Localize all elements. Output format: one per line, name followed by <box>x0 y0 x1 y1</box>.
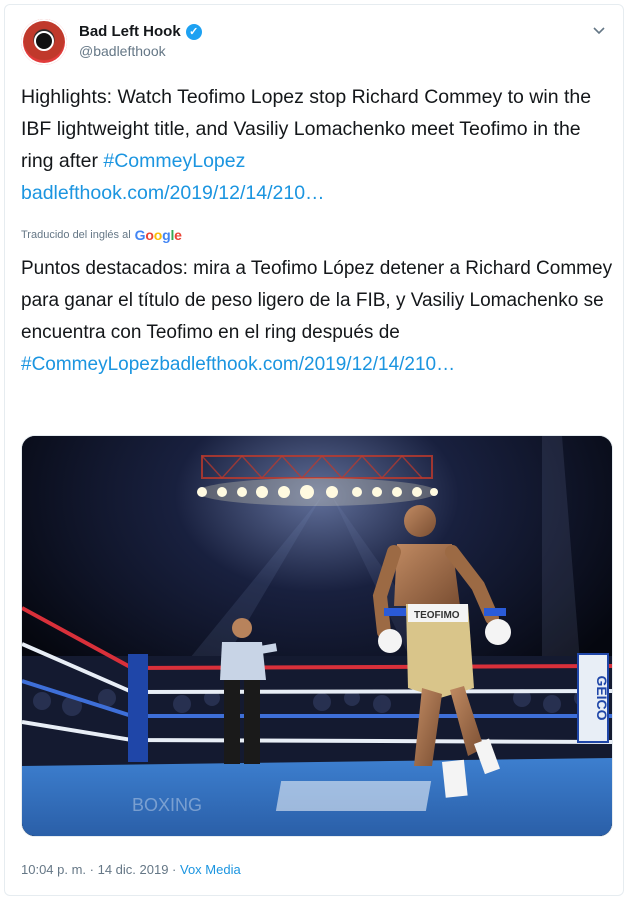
glove-icon <box>34 31 54 51</box>
verified-badge-icon: ✓ <box>185 23 202 40</box>
hashtag-link[interactable]: #CommeyLopez <box>103 150 245 172</box>
tweet-header: Bad Left Hook ✓ @badlefthook <box>21 19 607 67</box>
user-handle[interactable]: @badlefthook <box>79 43 166 59</box>
media-photo[interactable]: GEICO BOXING TEOFIMO <box>21 435 613 837</box>
avatar[interactable] <box>21 19 67 65</box>
tweet-footer: 10:04 p. m. · 14 dic. 2019 · Vox Media <box>21 862 241 877</box>
translation-note: Traducido del inglés al Google <box>21 227 182 243</box>
translated-hashtag-link[interactable]: #CommeyLopezbadlefthook.com/2019/12/14/2… <box>21 354 455 375</box>
timestamp[interactable]: 10:04 p. m. · 14 dic. 2019 · <box>21 862 180 877</box>
svg-text:BOXING: BOXING <box>132 795 202 815</box>
google-logo[interactable]: Google <box>135 227 182 243</box>
source-link[interactable]: Vox Media <box>180 862 241 877</box>
display-name[interactable]: Bad Left Hook <box>79 23 181 40</box>
sponsor-text: GEICO <box>594 675 610 720</box>
article-link[interactable]: badlefthook.com/2019/12/14/210… <box>21 182 325 204</box>
trunks-text: TEOFIMO <box>414 610 460 621</box>
translated-body: Puntos destacados: mira a Teofimo López … <box>21 258 613 343</box>
boxing-photo: GEICO BOXING TEOFIMO <box>22 436 612 836</box>
chevron-down-icon[interactable] <box>591 23 607 39</box>
translated-text: Puntos destacados: mira a Teofimo López … <box>21 253 615 381</box>
tweet-text: Highlights: Watch Teofimo Lopez stop Ric… <box>21 81 615 209</box>
tweet-card[interactable]: Bad Left Hook ✓ @badlefthook Highlights:… <box>4 4 624 896</box>
translation-label: Traducido del inglés al <box>21 229 131 241</box>
name-row: Bad Left Hook ✓ <box>79 23 202 40</box>
